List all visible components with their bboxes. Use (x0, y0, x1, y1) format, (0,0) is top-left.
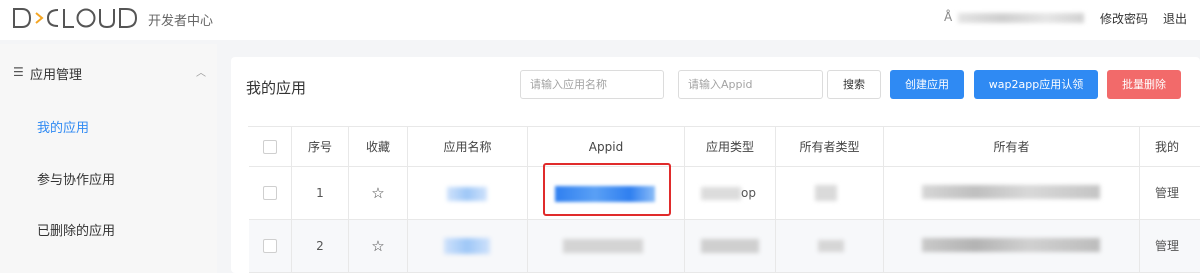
owner-redacted (922, 238, 1100, 252)
user-name-redacted[interactable] (958, 13, 1084, 23)
appid-search-input[interactable] (678, 70, 823, 99)
column-header-app-type: 应用类型 (685, 127, 776, 166)
header-checkbox-cell (249, 127, 292, 166)
change-password-link[interactable]: 修改密码 (1100, 10, 1148, 27)
column-header-index: 序号 (292, 127, 349, 166)
column-header-favorite: 收藏 (349, 127, 408, 166)
table-row[interactable]: 2 ☆ 管理 (249, 220, 1200, 273)
wap2app-claim-button[interactable]: wap2app应用认领 (974, 70, 1098, 99)
table-header-row: 序号 收藏 应用名称 Appid 应用类型 所有者类型 所有者 我的 (249, 127, 1200, 167)
dcloud-logo[interactable] (12, 7, 140, 29)
row-checkbox-cell (249, 167, 292, 219)
row-checkbox-cell (249, 220, 292, 272)
favorite-cell: ☆ (349, 167, 408, 219)
apps-table: 序号 收藏 应用名称 Appid 应用类型 所有者类型 所有者 我的 1 ☆ o… (248, 126, 1200, 273)
owner-type-redacted (815, 185, 837, 201)
owner-type-cell (776, 220, 884, 272)
app-type-cell (685, 220, 776, 272)
app-name-redacted[interactable] (444, 238, 490, 254)
sidebar-group-app-management[interactable]: ☰ 应用管理 ︿ (0, 44, 217, 100)
owner-redacted (922, 185, 1100, 199)
row-checkbox[interactable] (263, 239, 277, 253)
developer-center-label: 开发者中心 (148, 14, 214, 29)
app-type-cell: op (685, 167, 776, 219)
owner-cell (884, 167, 1140, 219)
app-name-search-input[interactable] (520, 70, 664, 99)
row-index: 1 (292, 167, 349, 219)
owner-type-cell (776, 167, 884, 219)
page-title: 我的应用 (246, 79, 307, 97)
list-icon: ☰ (13, 65, 24, 79)
row-index: 2 (292, 220, 349, 272)
owner-type-redacted (818, 240, 844, 252)
appid-redacted[interactable] (563, 239, 643, 253)
favorite-cell: ☆ (349, 220, 408, 272)
sidebar: ☰ 应用管理 ︿ 我的应用 参与协作应用 已删除的应用 (0, 44, 217, 273)
logout-link[interactable]: 退出 (1163, 10, 1187, 27)
batch-delete-button[interactable]: 批量删除 (1107, 70, 1181, 99)
select-all-checkbox[interactable] (263, 140, 277, 154)
main-panel: 我的应用 搜索 创建应用 wap2app应用认领 批量删除 序号 收藏 应用名称… (231, 57, 1200, 273)
star-icon[interactable]: ☆ (371, 237, 384, 255)
sidebar-item-collab-apps[interactable]: 参与协作应用 (37, 169, 115, 188)
row-checkbox[interactable] (263, 186, 277, 200)
app-name-cell (408, 167, 528, 219)
column-header-appid: Appid (528, 127, 685, 166)
app-type-redacted (701, 187, 741, 200)
sidebar-item-deleted-apps[interactable]: 已删除的应用 (37, 220, 115, 239)
app-name-redacted[interactable] (447, 187, 487, 201)
sidebar-item-my-apps[interactable]: 我的应用 (37, 117, 89, 136)
table-row[interactable]: 1 ☆ op 管理 (249, 167, 1200, 220)
chevron-up-icon: ︿ (196, 68, 206, 79)
column-header-owner-type: 所有者类型 (776, 127, 884, 166)
manage-link[interactable]: 管理 (1140, 220, 1200, 272)
manage-link[interactable]: 管理 (1140, 167, 1200, 219)
star-icon[interactable]: ☆ (371, 184, 384, 202)
owner-cell (884, 220, 1140, 272)
top-bar: 开发者中心 Å 修改密码 退出 (0, 0, 1200, 40)
user-icon: Å (944, 10, 953, 24)
app-name-cell (408, 220, 528, 272)
app-type-suffix: op (741, 186, 756, 200)
create-app-button[interactable]: 创建应用 (890, 70, 964, 99)
appid-highlight-box (543, 163, 671, 216)
search-button[interactable]: 搜索 (827, 70, 881, 99)
column-header-owner: 所有者 (884, 127, 1140, 166)
app-type-redacted (701, 239, 759, 253)
sidebar-group-label: 应用管理 (30, 68, 83, 83)
column-header-mine: 我的 (1155, 140, 1180, 154)
appid-cell (528, 220, 685, 272)
column-header-app-name: 应用名称 (408, 127, 528, 166)
